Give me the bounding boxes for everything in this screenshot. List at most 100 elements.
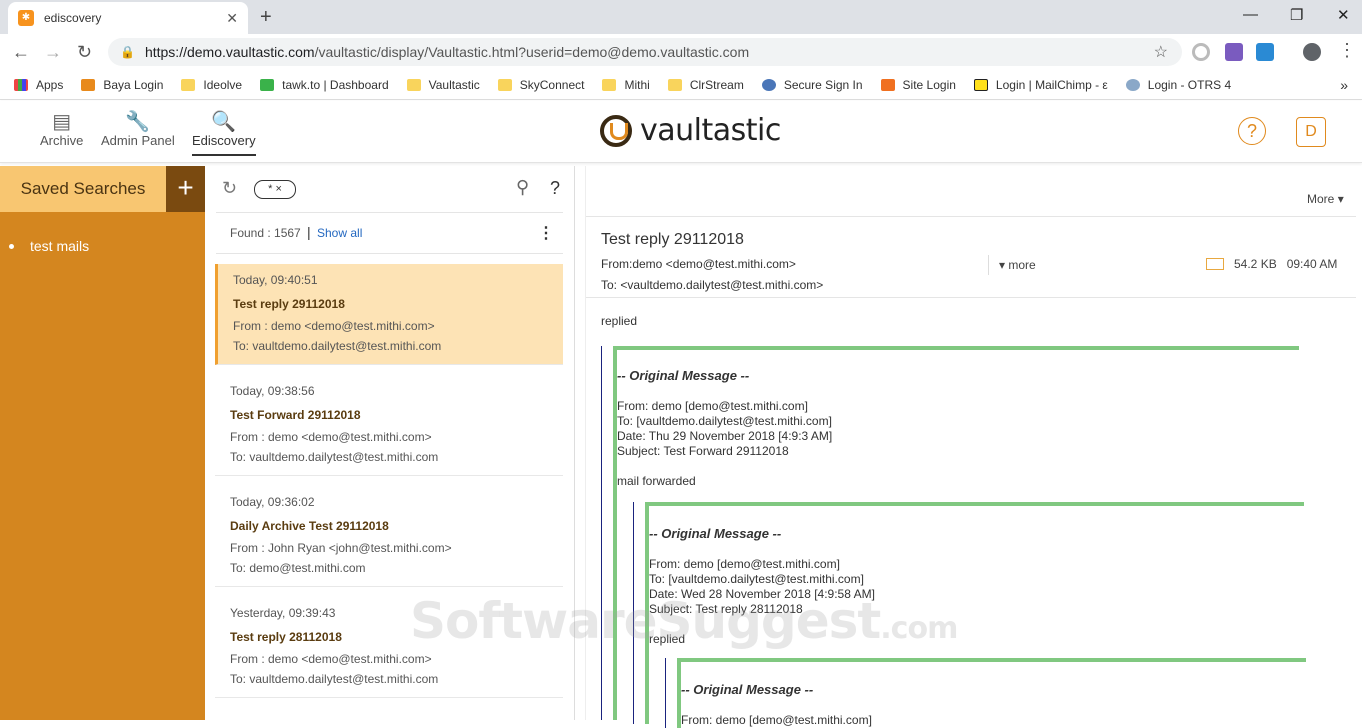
search-help-button[interactable]: ? [550, 178, 560, 199]
list-options-icon[interactable]: ⋮ [538, 223, 554, 243]
new-tab-icon[interactable]: + [260, 6, 272, 29]
bookmark-apps[interactable]: Apps [14, 78, 63, 92]
refresh-icon[interactable]: ↻ [222, 178, 237, 199]
bookmark-tawk[interactable]: tawk.to | Dashboard [260, 78, 389, 92]
saved-search-item[interactable]: test mails [0, 238, 205, 254]
message-from: From:demo <demo@test.mithi.com> [601, 257, 796, 271]
minimize-icon[interactable]: — [1243, 6, 1258, 23]
query-chip[interactable]: * × [254, 180, 296, 199]
back-icon[interactable]: ← [12, 42, 30, 63]
logo-text: vaultastic [640, 113, 781, 148]
mailchimp-icon [973, 78, 988, 91]
bookmark-label: Login | MailChimp - ε [995, 77, 1108, 92]
bookmark-label: Site Login [902, 77, 956, 92]
nav-admin-panel[interactable]: 🔧 Admin Panel [101, 109, 175, 148]
baya-icon [81, 78, 96, 91]
show-all-link[interactable]: Show all [317, 226, 362, 240]
bookmark-label: Apps [36, 77, 64, 92]
menu-kebab-icon[interactable]: ⋮ [1338, 40, 1356, 61]
tawk-icon [260, 78, 275, 91]
wrench-icon: 🔧 [125, 111, 151, 133]
vaultastic-favicon-icon: ✱ [18, 10, 34, 26]
bookmark-baya-login[interactable]: Baya Login [81, 78, 163, 92]
more-details-toggle[interactable]: ▾ more [988, 255, 1036, 275]
reload-icon[interactable]: ↻ [77, 42, 92, 63]
quote-to: To: [vaultdemo.dailytest@test.mithi.com] [649, 572, 864, 586]
add-saved-search-button[interactable]: + [166, 166, 205, 212]
profile-icon[interactable] [1303, 43, 1321, 61]
message-from: From : demo <demo@test.mithi.com> [233, 319, 435, 333]
bookmark-label: Baya Login [103, 77, 164, 92]
folder-icon [602, 78, 617, 91]
bookmark-label: Login - OTRS 4 [1147, 77, 1232, 92]
message-to: To: vaultdemo.dailytest@test.mithi.com [230, 672, 439, 686]
nav-label: Ediscovery [192, 133, 256, 148]
forward-icon[interactable]: → [44, 42, 62, 63]
message-header: Test reply 29112018 From:demo <demo@test… [586, 216, 1356, 298]
bookmark-mailchimp[interactable]: Login | MailChimp - ε [973, 77, 1108, 92]
nav-ediscovery[interactable]: 🔍 Ediscovery [192, 109, 256, 156]
user-avatar-button[interactable]: D [1296, 117, 1326, 147]
restore-icon[interactable]: ❐ [1290, 6, 1303, 24]
message-from: From : John Ryan <john@test.mithi.com> [230, 541, 452, 555]
bookmark-otrs[interactable]: Login - OTRS 4 [1125, 77, 1232, 92]
extension-circle-icon[interactable] [1192, 43, 1210, 61]
bookmark-skyconnect[interactable]: SkyConnect [497, 78, 584, 92]
url-host: https://demo.vaultastic.com [144, 44, 315, 60]
message-from: From : demo <demo@test.mithi.com> [230, 430, 432, 444]
nav-archive[interactable]: ▤ Archive [40, 109, 83, 148]
message-row[interactable]: Today, 09:38:56 Test Forward 29112018 Fr… [215, 375, 563, 476]
bookmark-vaultastic[interactable]: Vaultastic [406, 78, 480, 92]
extension-blue-icon[interactable] [1256, 43, 1274, 61]
watermark-suffix: .com [880, 611, 958, 646]
bookmark-mithi[interactable]: Mithi [602, 77, 650, 92]
quote-body: mail forwarded [617, 474, 696, 488]
message-row[interactable]: Today, 09:40:51 Test reply 29112018 From… [215, 264, 563, 365]
tab-close-icon[interactable]: ✕ [226, 10, 238, 27]
message-to: To: vaultdemo.dailytest@test.mithi.com [230, 450, 439, 464]
message-subject: Daily Archive Test 29112018 [230, 519, 389, 533]
found-count: Found : 1567 [230, 226, 301, 240]
message-size: 54.2 KB [1234, 257, 1277, 271]
tab-title: ediscovery [44, 11, 102, 25]
bookmark-clrstream[interactable]: ClrStream [667, 78, 744, 92]
bookmark-label: Mithi [624, 77, 650, 92]
bookmark-site-login[interactable]: Site Login [880, 77, 956, 92]
bookmark-ideolve[interactable]: Ideolve [181, 78, 242, 92]
separator: | [307, 224, 311, 240]
otrs-icon [1125, 78, 1140, 91]
bookmarks-overflow-icon[interactable]: » [1340, 77, 1348, 93]
message-subject: Test Forward 29112018 [230, 408, 361, 422]
extension-s-icon[interactable] [1225, 43, 1243, 61]
quote-title: -- Original Message -- [649, 526, 782, 541]
message-subject: Test reply 29112018 [601, 231, 744, 248]
quote-subject: Subject: Test Forward 29112018 [617, 444, 789, 458]
help-button[interactable]: ? [1238, 117, 1266, 145]
quote-from: From: demo [demo@test.mithi.com] [649, 557, 840, 571]
url-path: /vaultastic/display/Vaultastic.html?user… [314, 44, 750, 60]
quote-from: From: demo [demo@test.mithi.com] [681, 713, 872, 727]
bookmark-secure-sign-in[interactable]: Secure Sign In [761, 78, 863, 92]
app-header: ▤ Archive 🔧 Admin Panel 🔍 Ediscovery vau… [0, 101, 1362, 163]
caret-down-icon: ▾ [1337, 192, 1344, 206]
folder-icon [497, 78, 512, 91]
message-row[interactable]: Today, 09:36:02 Daily Archive Test 29112… [215, 486, 563, 587]
message-to: To: demo@test.mithi.com [230, 561, 366, 575]
globe-icon [761, 78, 776, 91]
more-dropdown[interactable]: More ▾ [1307, 192, 1344, 206]
browser-tab[interactable]: ✱ ediscovery ✕ [8, 2, 248, 34]
quoted-message: -- Original Message -- From: demo [demo@… [665, 658, 1306, 728]
search-icon[interactable]: ⚲ [516, 177, 529, 198]
browser-tabbar: ✱ ediscovery ✕ + — ❐ ✕ [0, 0, 1362, 34]
window-close-icon[interactable]: ✕ [1337, 6, 1350, 24]
quote-from: From: demo [demo@test.mithi.com] [617, 399, 808, 413]
message-meta: 54.2 KB 09:40 AM [1206, 257, 1337, 271]
message-body-text: replied [601, 314, 638, 328]
bookmark-label: Ideolve [203, 77, 243, 92]
bookmark-star-icon[interactable]: ☆ [1154, 42, 1168, 62]
message-time: 09:40 AM [1286, 257, 1338, 271]
message-date: Today, 09:36:02 [230, 495, 315, 509]
url-input[interactable]: 🔒 https://demo.vaultastic.com /vaultasti… [108, 38, 1182, 66]
message-subject: Test reply 29112018 [233, 297, 345, 311]
quote-date: Date: Thu 29 November 2018 [4:9:3 AM] [617, 429, 833, 443]
